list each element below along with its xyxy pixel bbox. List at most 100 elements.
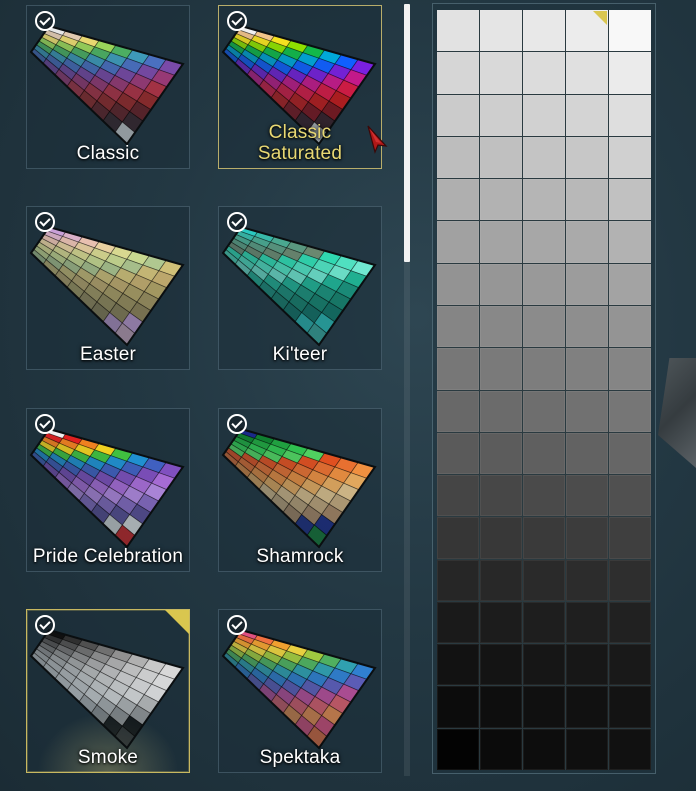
palette-card-spektaka[interactable]: Spektaka: [218, 609, 382, 773]
color-cell[interactable]: [609, 179, 651, 221]
color-cell[interactable]: [437, 52, 479, 94]
color-cell[interactable]: [523, 517, 565, 559]
color-cell[interactable]: [437, 94, 479, 136]
color-cell[interactable]: [566, 305, 608, 348]
color-cell[interactable]: [523, 305, 565, 348]
color-cell[interactable]: [609, 348, 651, 390]
color-cell[interactable]: [480, 221, 522, 263]
color-cell[interactable]: [523, 601, 565, 644]
color-cell[interactable]: [437, 263, 479, 305]
swatch-tiles: [222, 629, 376, 749]
color-cell[interactable]: [480, 263, 522, 305]
color-cell[interactable]: [566, 475, 608, 517]
color-cell[interactable]: [437, 305, 479, 348]
color-cell[interactable]: [523, 179, 565, 221]
color-cell[interactable]: [437, 221, 479, 263]
color-cell[interactable]: [609, 52, 651, 94]
color-cell[interactable]: [523, 559, 565, 601]
color-cell[interactable]: [437, 517, 479, 559]
color-cell[interactable]: [480, 432, 522, 475]
color-cell[interactable]: [480, 559, 522, 601]
color-cell[interactable]: [480, 52, 522, 94]
color-cell[interactable]: [437, 179, 479, 221]
color-cell[interactable]: [566, 644, 608, 686]
color-cell[interactable]: [609, 559, 651, 601]
color-cell[interactable]: [609, 10, 651, 52]
color-cell[interactable]: [609, 305, 651, 348]
color-cell[interactable]: [609, 475, 651, 517]
color-cell[interactable]: [566, 517, 608, 559]
color-cell[interactable]: [480, 10, 522, 52]
color-cell[interactable]: [566, 728, 608, 770]
color-cell[interactable]: [609, 728, 651, 770]
color-cell[interactable]: [480, 686, 522, 728]
color-cell[interactable]: [480, 644, 522, 686]
color-cell[interactable]: [609, 221, 651, 263]
color-cell[interactable]: [609, 136, 651, 179]
color-cell[interactable]: [437, 601, 479, 644]
color-cell[interactable]: [566, 52, 608, 94]
color-cell[interactable]: [437, 728, 479, 770]
palette-card-easter[interactable]: Easter: [26, 206, 190, 370]
palette-card-pride-celebration[interactable]: Pride Celebration: [26, 408, 190, 572]
color-cell[interactable]: [523, 686, 565, 728]
color-cell[interactable]: [480, 728, 522, 770]
color-cell[interactable]: [523, 644, 565, 686]
color-cell[interactable]: [609, 263, 651, 305]
color-cell[interactable]: [566, 686, 608, 728]
color-cell[interactable]: [480, 179, 522, 221]
color-cell[interactable]: [437, 644, 479, 686]
color-cell[interactable]: [566, 348, 608, 390]
color-cell[interactable]: [480, 94, 522, 136]
color-cell[interactable]: [609, 517, 651, 559]
color-cell[interactable]: [609, 94, 651, 136]
color-cell[interactable]: [566, 601, 608, 644]
color-cell[interactable]: [566, 390, 608, 432]
color-cell[interactable]: [523, 94, 565, 136]
color-cell[interactable]: [523, 221, 565, 263]
color-cell[interactable]: [523, 348, 565, 390]
palette-card-shamrock[interactable]: Shamrock: [218, 408, 382, 572]
color-cell[interactable]: [609, 432, 651, 475]
palette-card-kiteer[interactable]: Ki'teer: [218, 206, 382, 370]
color-cell[interactable]: [609, 686, 651, 728]
color-cell[interactable]: [437, 390, 479, 432]
color-cell[interactable]: [523, 10, 565, 52]
color-cell[interactable]: [523, 263, 565, 305]
color-cell[interactable]: [523, 390, 565, 432]
color-cell[interactable]: [566, 179, 608, 221]
color-cell[interactable]: [523, 728, 565, 770]
color-cell[interactable]: [480, 475, 522, 517]
color-cell[interactable]: [480, 390, 522, 432]
color-cell[interactable]: [480, 305, 522, 348]
color-cell[interactable]: [566, 10, 608, 52]
color-cell[interactable]: [566, 432, 608, 475]
palette-card-classic[interactable]: Classic: [26, 5, 190, 169]
color-cell[interactable]: [437, 348, 479, 390]
color-cell[interactable]: [437, 559, 479, 601]
scrollbar-thumb[interactable]: [404, 4, 410, 262]
color-cell[interactable]: [566, 94, 608, 136]
color-cell[interactable]: [437, 10, 479, 52]
color-cell[interactable]: [437, 432, 479, 475]
color-cell[interactable]: [566, 263, 608, 305]
color-cell[interactable]: [480, 348, 522, 390]
color-cell[interactable]: [523, 136, 565, 179]
color-cell[interactable]: [609, 601, 651, 644]
color-cell[interactable]: [609, 390, 651, 432]
color-cell[interactable]: [523, 52, 565, 94]
color-cell[interactable]: [523, 475, 565, 517]
palette-card-classic-saturated[interactable]: Classic Saturated: [218, 5, 382, 169]
color-cell[interactable]: [566, 136, 608, 179]
color-cell[interactable]: [437, 475, 479, 517]
color-cell[interactable]: [609, 644, 651, 686]
color-cell[interactable]: [480, 517, 522, 559]
color-cell[interactable]: [566, 221, 608, 263]
color-cell[interactable]: [437, 686, 479, 728]
color-cell[interactable]: [437, 136, 479, 179]
color-cell[interactable]: [480, 601, 522, 644]
color-cell[interactable]: [523, 432, 565, 475]
color-cell[interactable]: [566, 559, 608, 601]
palette-card-smoke[interactable]: Smoke: [26, 609, 190, 773]
color-cell[interactable]: [480, 136, 522, 179]
